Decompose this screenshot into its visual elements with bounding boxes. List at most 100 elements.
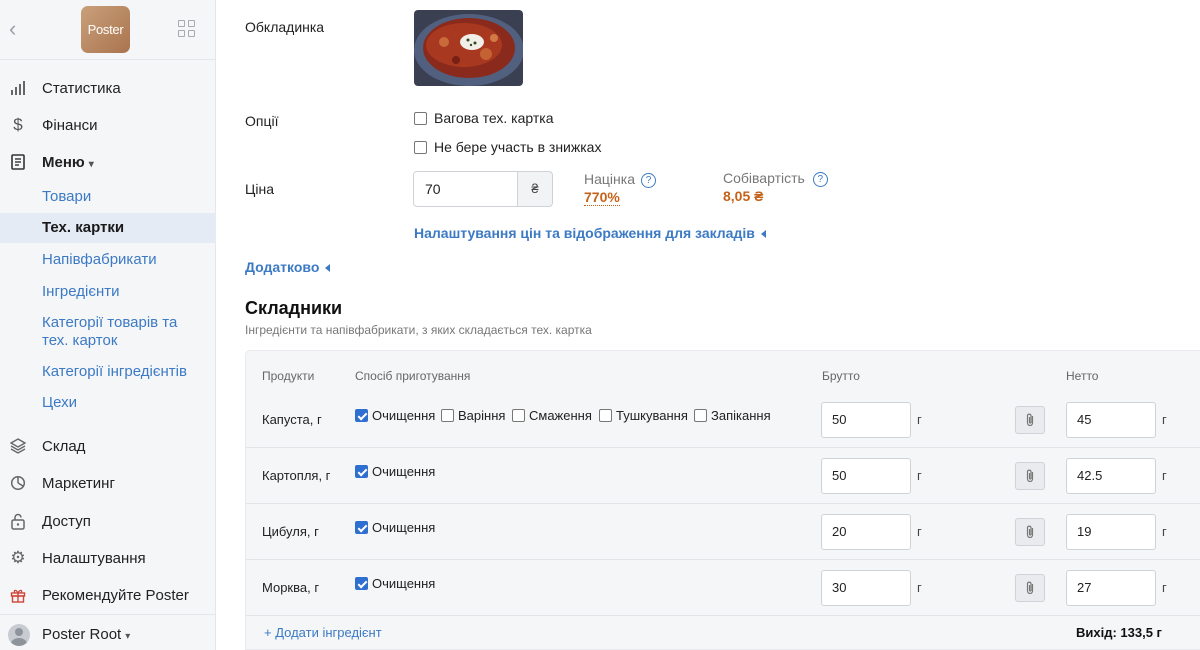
checkbox-box[interactable] [441, 409, 454, 422]
checkbox-box[interactable] [694, 409, 707, 422]
section-title: Складники [245, 298, 343, 318]
attach-button[interactable] [1015, 462, 1045, 490]
method-checkbox[interactable]: Запікання [694, 408, 771, 423]
method-label: Очищення [372, 576, 436, 591]
avatar [8, 624, 30, 646]
sidebar-subitem-label: Інгредієнти [42, 283, 120, 300]
ingredients-table: Продукти Спосіб приготування Брутто Нетт… [245, 350, 1200, 650]
apps-grid-icon[interactable] [178, 20, 196, 38]
product-name: Картопля, г [262, 468, 331, 483]
gift-icon [9, 586, 27, 604]
method-checkbox[interactable]: Очищення [355, 576, 435, 591]
gross-input[interactable]: 20 [821, 514, 911, 550]
attach-button[interactable] [1015, 518, 1045, 546]
method-label: Очищення [372, 520, 436, 535]
sidebar-item-statistics[interactable]: Статистика [0, 73, 216, 103]
checkbox-box[interactable] [414, 111, 427, 125]
gross-input[interactable]: 50 [821, 402, 911, 438]
add-ingredient-link[interactable]: + Додати інгредієнт [264, 625, 382, 640]
markup-value-text: 770% [584, 189, 620, 206]
method-checkbox[interactable]: Смаження [512, 408, 592, 423]
poster-logo[interactable]: Poster [81, 6, 130, 53]
method-label: Очищення [372, 464, 436, 479]
gross-unit: г [917, 580, 922, 595]
document-icon [9, 153, 27, 171]
weight-card-checkbox[interactable]: Вагова тех. картка [414, 110, 554, 126]
sidebar-item-finance[interactable]: $ Фінанси [0, 110, 216, 140]
lock-icon [9, 512, 27, 530]
checkbox-box[interactable] [355, 409, 368, 422]
paperclip-icon [1026, 525, 1034, 539]
table-row: Картопля, г Очищення 50 г 42.5 г [246, 448, 1200, 504]
method-checkbox[interactable]: Очищення [355, 408, 435, 423]
app-window: ‹ Poster Статистика $ Фінанси Меню ▾ Това… [0, 0, 1200, 650]
price-settings-link[interactable]: Налаштування цін та відображення для зак… [414, 225, 766, 241]
user-menu[interactable]: Poster Root ▾ [0, 614, 216, 650]
checkbox-box[interactable] [599, 409, 612, 422]
checkbox-label: Вагова тех. картка [434, 110, 554, 126]
product-name: Цибуля, г [262, 524, 319, 539]
cover-image[interactable] [414, 10, 523, 86]
checkbox-box[interactable] [355, 465, 368, 478]
sidebar-item-label: Склад [42, 437, 86, 455]
table-row: Цибуля, г Очищення 20 г 19 г [246, 504, 1200, 560]
markup-label-text: Націнка [584, 171, 635, 187]
checkbox-box[interactable] [355, 577, 368, 590]
table-row: Морква, г Очищення 30 г 27 г [246, 560, 1200, 616]
net-input[interactable]: 27 [1066, 570, 1156, 606]
help-icon[interactable]: ? [812, 172, 828, 187]
sidebar-item-label: Маркетинг [42, 474, 115, 492]
caret-left-icon [325, 264, 331, 272]
no-discount-checkbox[interactable]: Не бере участь в знижках [414, 139, 601, 155]
net-input[interactable]: 45 [1066, 402, 1156, 438]
sidebar-subitem-product-categories[interactable]: Категорії товарів та тех. карток [0, 313, 216, 351]
sidebar-subitem-tech-cards[interactable]: Тех. картки [0, 213, 216, 243]
back-arrow-icon[interactable]: ‹ [9, 18, 25, 40]
sidebar-subitem-ingredient-categories[interactable]: Категорії інгредієнтів [0, 362, 216, 382]
net-input[interactable]: 42.5 [1066, 458, 1156, 494]
net-input[interactable]: 19 [1066, 514, 1156, 550]
method-label: Варіння [458, 408, 506, 423]
checkbox-box[interactable] [414, 140, 427, 154]
sidebar-item-label: Фінанси [42, 116, 98, 134]
price-settings-link-text: Налаштування цін та відображення для зак… [414, 225, 755, 241]
gross-input[interactable]: 50 [821, 458, 911, 494]
sidebar-item-settings[interactable]: ⚙ Налаштування [0, 543, 216, 573]
sidebar-subitem-label: Товари [42, 188, 92, 205]
sidebar-subitem-semi-finished[interactable]: Напівфабрикати [0, 250, 216, 270]
net-unit: г [1162, 524, 1167, 539]
attach-button[interactable] [1015, 574, 1045, 602]
help-icon[interactable]: ? [640, 173, 656, 188]
sidebar-item-warehouse[interactable]: Склад [0, 431, 216, 461]
sidebar-item-access[interactable]: Доступ [0, 506, 216, 536]
gross-unit: г [917, 524, 922, 539]
markup-value: 770% [584, 189, 620, 206]
sidebar-item-label: Рекомендуйте Poster [42, 586, 189, 604]
method-checkbox[interactable]: Тушкування [599, 408, 688, 423]
sidebar-item-recommend[interactable]: Рекомендуйте Poster [0, 580, 216, 610]
method-checkbox[interactable]: Очищення [355, 520, 435, 535]
pie-icon [9, 474, 27, 492]
method-label: Запікання [711, 408, 771, 423]
net-unit: г [1162, 412, 1167, 427]
sidebar-subitem-label: Тех. картки [42, 219, 125, 236]
sidebar-subitem-workshops[interactable]: Цехи [0, 393, 216, 413]
method-checkbox[interactable]: Очищення [355, 464, 435, 479]
attach-button[interactable] [1015, 406, 1045, 434]
price-input[interactable]: 70 [413, 171, 533, 207]
checkbox-box[interactable] [355, 521, 368, 534]
cost-label: Собівартість? [723, 170, 828, 187]
sidebar-item-marketing[interactable]: Маркетинг [0, 468, 216, 498]
gross-input[interactable]: 30 [821, 570, 911, 606]
sidebar-item-label: Меню ▾ [42, 154, 94, 171]
sidebar-item-menu[interactable]: Меню ▾ [0, 147, 216, 177]
checkbox-box[interactable] [512, 409, 525, 422]
gross-unit: г [917, 468, 922, 483]
currency-addon: ₴ [517, 171, 553, 207]
sidebar-subitem-ingredients[interactable]: Інгредієнти [0, 282, 216, 302]
sidebar-subitem-products[interactable]: Товари [0, 187, 216, 207]
sidebar-subitem-label: Категорії товарів та тех. карток [42, 314, 178, 349]
column-header-method: Спосіб приготування [355, 369, 471, 383]
additional-link[interactable]: Додатково [245, 259, 331, 275]
method-checkbox[interactable]: Варіння [441, 408, 505, 423]
